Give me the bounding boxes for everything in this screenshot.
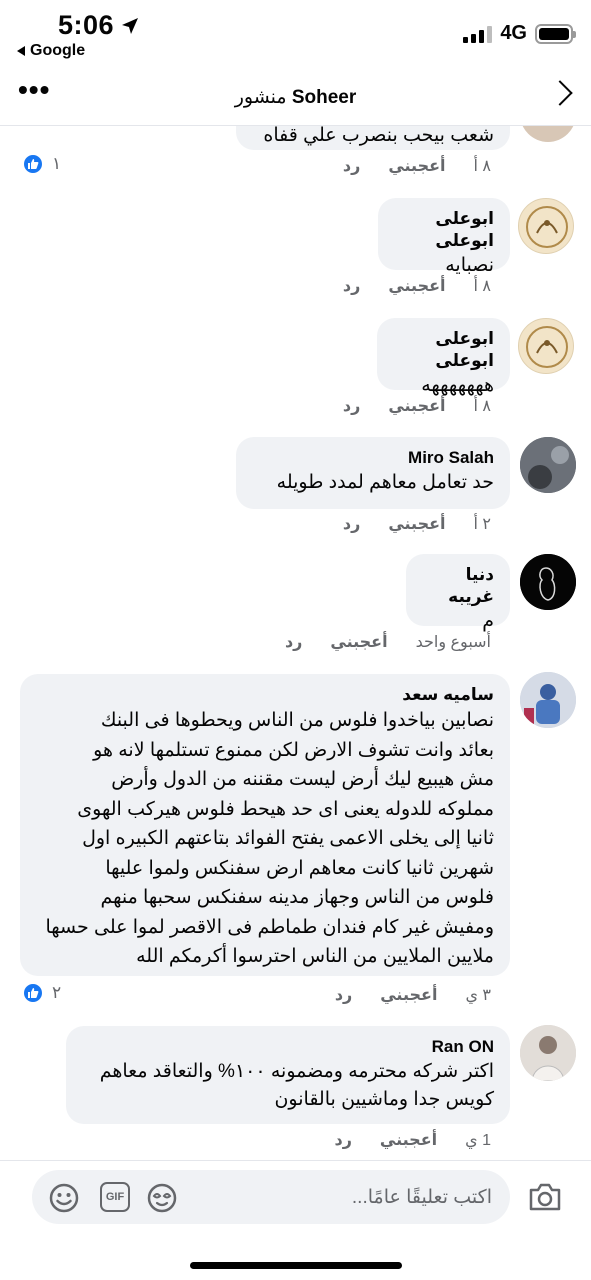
back-to-app[interactable]: Google [16,42,85,60]
comment-line: كويس جدا وماشيين بالقانون [274,1089,494,1110]
like-reaction-icon [22,153,44,175]
avatar[interactable] [520,1025,576,1081]
like-button[interactable]: أعجبني [330,632,387,652]
like-button[interactable]: أعجبني [388,514,445,534]
like-button[interactable]: أعجبني [380,985,437,1005]
avatar[interactable] [520,437,576,493]
comment-meta: 1 ي أعجبني رد [335,1130,492,1150]
like-button[interactable]: أعجبني [388,156,445,176]
comment-bubble[interactable]: Miro Salah حد تعامل معاهم لمدد طويله [236,437,510,509]
reply-button[interactable]: رد [335,985,352,1005]
comment-time: ٨ أ [473,278,491,295]
comment-line: فلوس من الناس وجهاز مدينه سفنكس سحبها من… [100,887,494,908]
reply-button[interactable]: رد [343,396,360,416]
back-app-label: Google [30,42,86,59]
comment-text: اكتر شركه محترمه ومضمونه ١٠٠% والتعاقد م… [82,1058,494,1114]
comment-line: مملوكه للدوله يعنى اى حد هيحط فلوس هيركب… [77,798,494,820]
reply-button[interactable]: رد [343,276,360,296]
comment-time: أسبوع واحد [415,634,491,651]
comment-bubble[interactable]: ابوعلى ابوعلى نصبايه [378,198,510,276]
home-indicator[interactable] [190,1262,402,1269]
commenter-name[interactable]: ساميه سعد [36,684,494,706]
page-title: منشور Soheer [0,86,591,109]
comment-meta: أسبوع واحد أعجبني رد [285,632,491,652]
post-header: ••• منشور Soheer [0,70,591,126]
comment-input[interactable]: GIF اكتب تعليقًا عامًا... [32,1170,510,1224]
commenter-name[interactable]: ابوعلى ابوعلى [394,208,494,252]
reaction-count[interactable]: ٢ [22,982,61,1004]
reply-button[interactable]: رد [335,1130,352,1150]
comment-line: بعائد وانت تشوف الارض لكن ممنوع تستلمها … [93,739,494,761]
avatar[interactable] [520,672,576,728]
back-triangle-icon [17,46,25,56]
title-name: Soheer [291,87,357,108]
comment-line: ومفيش غير كام فندان طماطم فى الاقصر لموا… [45,916,494,938]
reaction-number: ٢ [52,983,62,1002]
comment-meta: ٢ أ أعجبني رد [343,514,491,534]
comment-bubble[interactable]: ابوعلى ابوعلى هههههههه [377,318,510,396]
comment-meta: ٣ ي أعجبني رد [335,985,491,1005]
signal-icon [463,25,493,43]
gif-icon[interactable]: GIF [100,1182,130,1212]
title-prefix: منشور [234,87,287,108]
comment-placeholder: اكتب تعليقًا عامًا... [351,1187,492,1208]
comment-meta: ٨ أ أعجبني رد [343,396,491,416]
avatar[interactable] [518,318,574,374]
reaction-count[interactable]: ١ [22,153,61,175]
emoji-icon[interactable] [48,1182,80,1214]
comment-bubble[interactable]: دنيا غريبه م [406,554,510,632]
reply-button[interactable]: رد [343,156,360,176]
comments-list: شعب بيحب بنصرب علي قفاه ١ ٨ أ أعجبني رد … [0,126,591,1160]
comment-line: ثانيا إلى يخلى الاعمى يفتح الفوائد بتاعت… [82,828,494,849]
status-time: 5:06 [58,10,140,41]
reply-button[interactable]: رد [285,632,302,652]
comment-time: ٨ أ [473,398,491,415]
comment-text: شعب بيحب بنصرب علي قفاه [263,126,494,146]
comment-line: مش هيبيع ليك أرض ليست مقننه من الدول وأر… [111,769,494,790]
comment-text: نصابين بياخدوا فلوس من الناس ويحطوها فى … [36,706,494,972]
comment-line: نصابين بياخدوا فلوس من الناس ويحطوها فى … [100,710,494,731]
like-button[interactable]: أعجبني [380,1130,437,1150]
network-type: 4G [500,22,527,44]
commenter-name[interactable]: دنيا غريبه [422,564,494,608]
reaction-number: ١ [52,154,62,173]
reply-button[interactable]: رد [343,514,360,534]
like-button[interactable]: أعجبني [388,396,445,416]
comment-meta: ٨ أ أعجبني رد [343,156,491,176]
battery-icon [535,23,576,44]
comment-time: ٢ أ [473,516,491,533]
avatar[interactable] [520,554,576,610]
comment-meta: ٨ أ أعجبني رد [343,276,491,296]
comment-line: شهرين ثانيا كانت معاهم ارض سفنكس ولموا ع… [105,857,494,879]
comment-text: حد تعامل معاهم لمدد طويله [276,472,494,493]
location-arrow-icon [122,17,139,34]
commenter-name[interactable]: ابوعلى ابوعلى [393,328,494,372]
comment-bubble[interactable]: ساميه سعد نصابين بياخدوا فلوس من الناس و… [20,674,510,976]
avatar-sticker-icon[interactable] [146,1182,178,1214]
comment-time: 1 ي [465,1132,491,1149]
comment-time: ٣ ي [465,987,491,1004]
commenter-name[interactable]: Ran ON [82,1036,494,1058]
avatar[interactable] [518,198,574,254]
avatar[interactable] [520,126,576,142]
comment-line: ملايين الملايين من الناس احترسوا أكرمكم … [136,946,494,967]
clock-text: 5:06 [58,10,115,40]
camera-icon[interactable] [528,1182,562,1212]
comment-line: اكتر شركه محترمه ومضمونه ١٠٠% والتعاقد م… [99,1061,494,1082]
like-button[interactable]: أعجبني [388,276,445,296]
commenter-name[interactable]: Miro Salah [252,447,494,469]
like-reaction-icon [22,982,44,1004]
comment-time: ٨ أ [473,158,491,175]
comment-bubble[interactable]: Ran ON اكتر شركه محترمه ومضمونه ١٠٠% وال… [66,1026,510,1124]
status-indicators: 4G [463,22,576,45]
comment-bubble[interactable]: شعب بيحب بنصرب علي قفاه [236,126,510,150]
